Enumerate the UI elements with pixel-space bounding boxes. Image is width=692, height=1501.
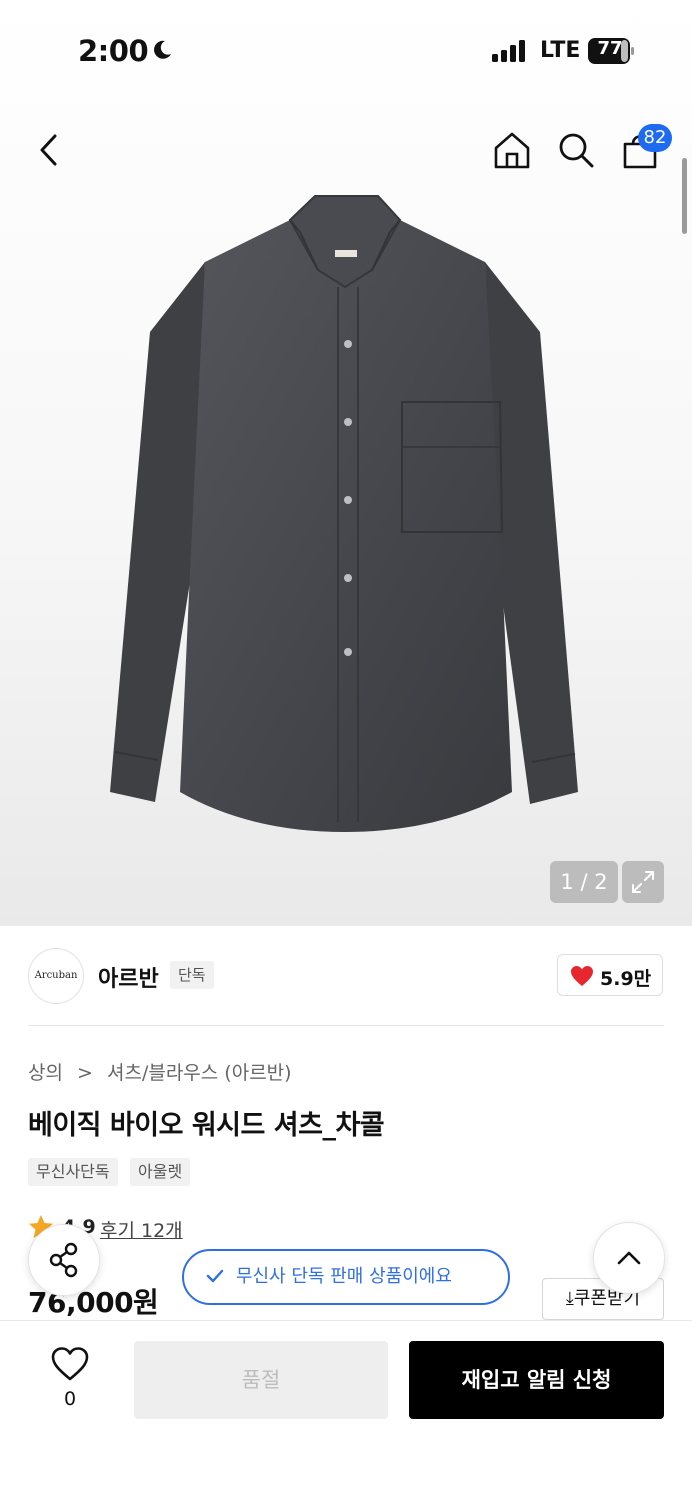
- exclusive-sale-toast: 무신사 단독 판매 상품이에요: [182, 1249, 510, 1305]
- download-icon: ⤓: [565, 1288, 574, 1309]
- toast-text: 무신사 단독 판매 상품이에요: [236, 1266, 452, 1287]
- breadcrumb: 상의 > 셔츠/블라우스 (아르반): [28, 1058, 292, 1085]
- brand-name[interactable]: 아르반: [98, 961, 159, 993]
- share-icon: [49, 1242, 78, 1278]
- signal-icon: [492, 40, 525, 62]
- cart-badge: 82: [638, 124, 672, 152]
- product-tag: 무신사단독: [28, 1158, 118, 1186]
- breadcrumb-separator: >: [77, 1062, 93, 1084]
- brand-logo[interactable]: Arcuban: [28, 948, 84, 1004]
- search-icon[interactable]: [556, 130, 596, 170]
- product-shirt-image[interactable]: [110, 192, 580, 832]
- battery-level: 77: [597, 38, 623, 59]
- check-icon: [206, 1269, 224, 1283]
- heart-filled-icon: [571, 966, 593, 986]
- expand-button[interactable]: [622, 861, 664, 903]
- scrollbar[interactable]: [682, 158, 687, 234]
- review-count-link[interactable]: 후기 12개: [100, 1216, 183, 1243]
- breadcrumb-level2[interactable]: 셔츠/블라우스 (아르반): [107, 1062, 292, 1084]
- heart-outline-icon[interactable]: [50, 1346, 90, 1382]
- wishlist-count: 0: [63, 1388, 77, 1410]
- home-icon[interactable]: [492, 130, 532, 170]
- product-title: 베이직 바이오 워시드 셔츠_차콜: [28, 1110, 385, 1141]
- product-tag: 아울렛: [130, 1158, 191, 1186]
- status-time: 2:00: [78, 34, 149, 68]
- scroll-top-button[interactable]: [593, 1222, 665, 1294]
- image-counter: 1 / 2: [550, 861, 618, 903]
- restock-alert-button[interactable]: 재입고 알림 신청: [409, 1341, 664, 1419]
- breadcrumb-level1[interactable]: 상의: [28, 1062, 63, 1084]
- brand-like-button[interactable]: 5.9만: [557, 954, 663, 996]
- soldout-button: 품절: [134, 1341, 388, 1419]
- exclusive-tag: 단독: [170, 961, 214, 989]
- back-icon[interactable]: [30, 130, 70, 170]
- chevron-up-icon: [617, 1251, 641, 1265]
- brand-like-count: 5.9만: [600, 968, 652, 990]
- divider: [28, 1025, 664, 1026]
- expand-icon: [632, 871, 654, 893]
- network-type: LTE: [540, 38, 581, 63]
- moon-icon: [154, 40, 171, 59]
- share-button[interactable]: [28, 1224, 100, 1296]
